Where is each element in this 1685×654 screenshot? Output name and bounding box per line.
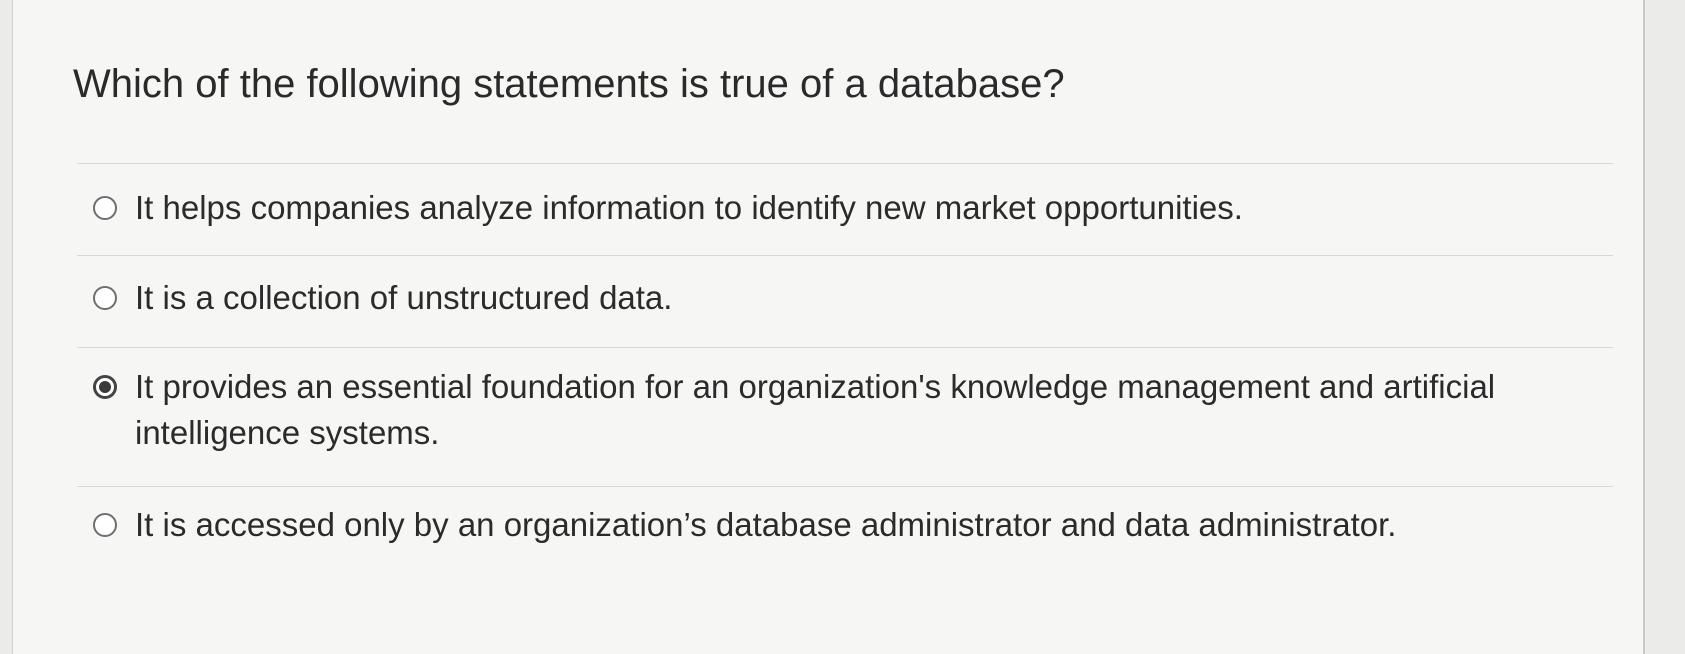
radio-button[interactable] [93,196,117,220]
radio-button[interactable] [93,286,117,310]
answer-option-3[interactable]: It provides an essential foundation for … [93,364,1553,456]
radio-button[interactable] [93,513,117,537]
answer-option-2[interactable]: It is a collection of unstructured data. [93,275,672,321]
radio-button-selected[interactable] [93,375,117,399]
option-label: It provides an essential foundation for … [135,368,1496,451]
divider [77,255,1613,256]
question-text: Which of the following statements is tru… [73,62,1065,106]
divider [77,486,1613,487]
option-label: It helps companies analyze information t… [135,189,1243,226]
option-label: It is a collection of unstructured data. [135,279,673,316]
option-label: It is accessed only by an organization’s… [135,506,1397,543]
divider [77,347,1613,348]
question-panel: Which of the following statements is tru… [12,0,1645,654]
divider [77,163,1613,164]
answer-option-4[interactable]: It is accessed only by an organization’s… [93,502,1396,548]
answer-option-1[interactable]: It helps companies analyze information t… [93,185,1243,231]
